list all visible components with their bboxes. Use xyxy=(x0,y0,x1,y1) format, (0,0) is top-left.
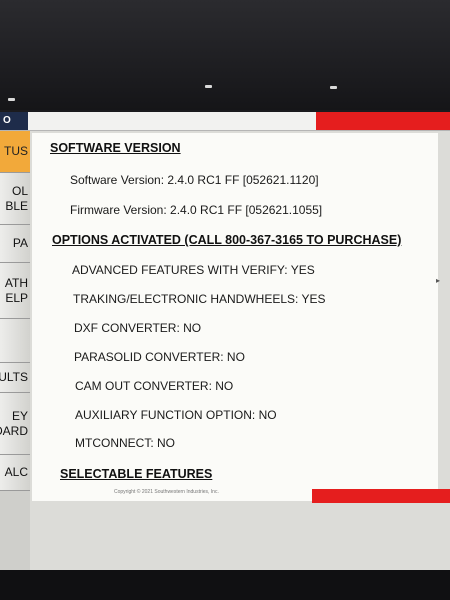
tab-label: ATH xyxy=(4,275,28,290)
tab-status[interactable]: TUS xyxy=(0,131,30,173)
option-item: TRAKING/ELECTRONIC HANDWHEELS: YES xyxy=(73,292,326,306)
status-panel: SOFTWARE VERSION Software Version: 2.4.0… xyxy=(32,133,438,501)
tab-tool-table[interactable]: OL BLE xyxy=(0,173,30,225)
selectable-features-heading[interactable]: SELECTABLE FEATURES xyxy=(60,467,212,481)
tab-label: BLE xyxy=(5,198,28,213)
tab-keyboard[interactable]: EY OARD xyxy=(0,393,30,455)
scroll-arrow-icon[interactable]: ▸ xyxy=(436,274,442,288)
tab-label: TUS xyxy=(4,144,28,158)
accent-bar-top xyxy=(316,112,450,130)
software-version-value: Software Version: 2.4.0 RC1 FF [052621.1… xyxy=(70,173,319,187)
tab-blank[interactable] xyxy=(0,319,30,363)
title-bar: O xyxy=(0,112,450,131)
status-light xyxy=(330,86,337,89)
option-item: DXF CONVERTER: NO xyxy=(74,321,202,335)
tab-label: ALC xyxy=(4,465,28,479)
status-light xyxy=(8,98,15,101)
option-item: CAM OUT CONVERTER: NO xyxy=(75,379,234,393)
option-item: PARASOLID CONVERTER: NO xyxy=(74,350,245,364)
tab-label: ELP xyxy=(5,290,28,305)
tab-label: AULTS xyxy=(0,370,28,384)
monitor-bezel-bottom xyxy=(0,570,450,600)
tab-label: EY xyxy=(11,408,28,423)
option-item: MTCONNECT: NO xyxy=(75,436,175,450)
option-item: AUXILIARY FUNCTION OPTION: NO xyxy=(75,408,277,422)
options-activated-heading: OPTIONS ACTIVATED (CALL 800-367-3165 TO … xyxy=(52,233,402,247)
tab-pa[interactable]: PA xyxy=(0,225,30,263)
accent-bar-bottom xyxy=(312,489,450,503)
sidebar-footer xyxy=(0,491,30,570)
software-version-heading: SOFTWARE VERSION xyxy=(50,141,181,155)
sidebar: TUS OL BLE PA ATH ELP AULTS EY OARD ALC xyxy=(0,131,30,570)
tab-label: OARD xyxy=(0,423,28,438)
tab-calc[interactable]: ALC xyxy=(0,455,30,491)
status-light xyxy=(205,85,212,88)
tab-label: OL xyxy=(11,183,28,198)
copyright-notice: Copyright © 2021 Southwestern Industries… xyxy=(114,489,219,495)
screen: O TUS OL BLE PA ATH ELP AULTS EY OARD AL… xyxy=(0,112,450,570)
tab-math-help[interactable]: ATH ELP xyxy=(0,263,30,319)
tab-label: PA xyxy=(12,236,28,250)
tab-defaults[interactable]: AULTS xyxy=(0,363,30,393)
title-bar-label: O xyxy=(0,112,28,130)
firmware-version-value: Firmware Version: 2.4.0 RC1 FF [052621.1… xyxy=(70,203,323,217)
option-item: ADVANCED FEATURES WITH VERIFY: YES xyxy=(72,263,315,277)
monitor-bezel-top xyxy=(0,0,450,110)
